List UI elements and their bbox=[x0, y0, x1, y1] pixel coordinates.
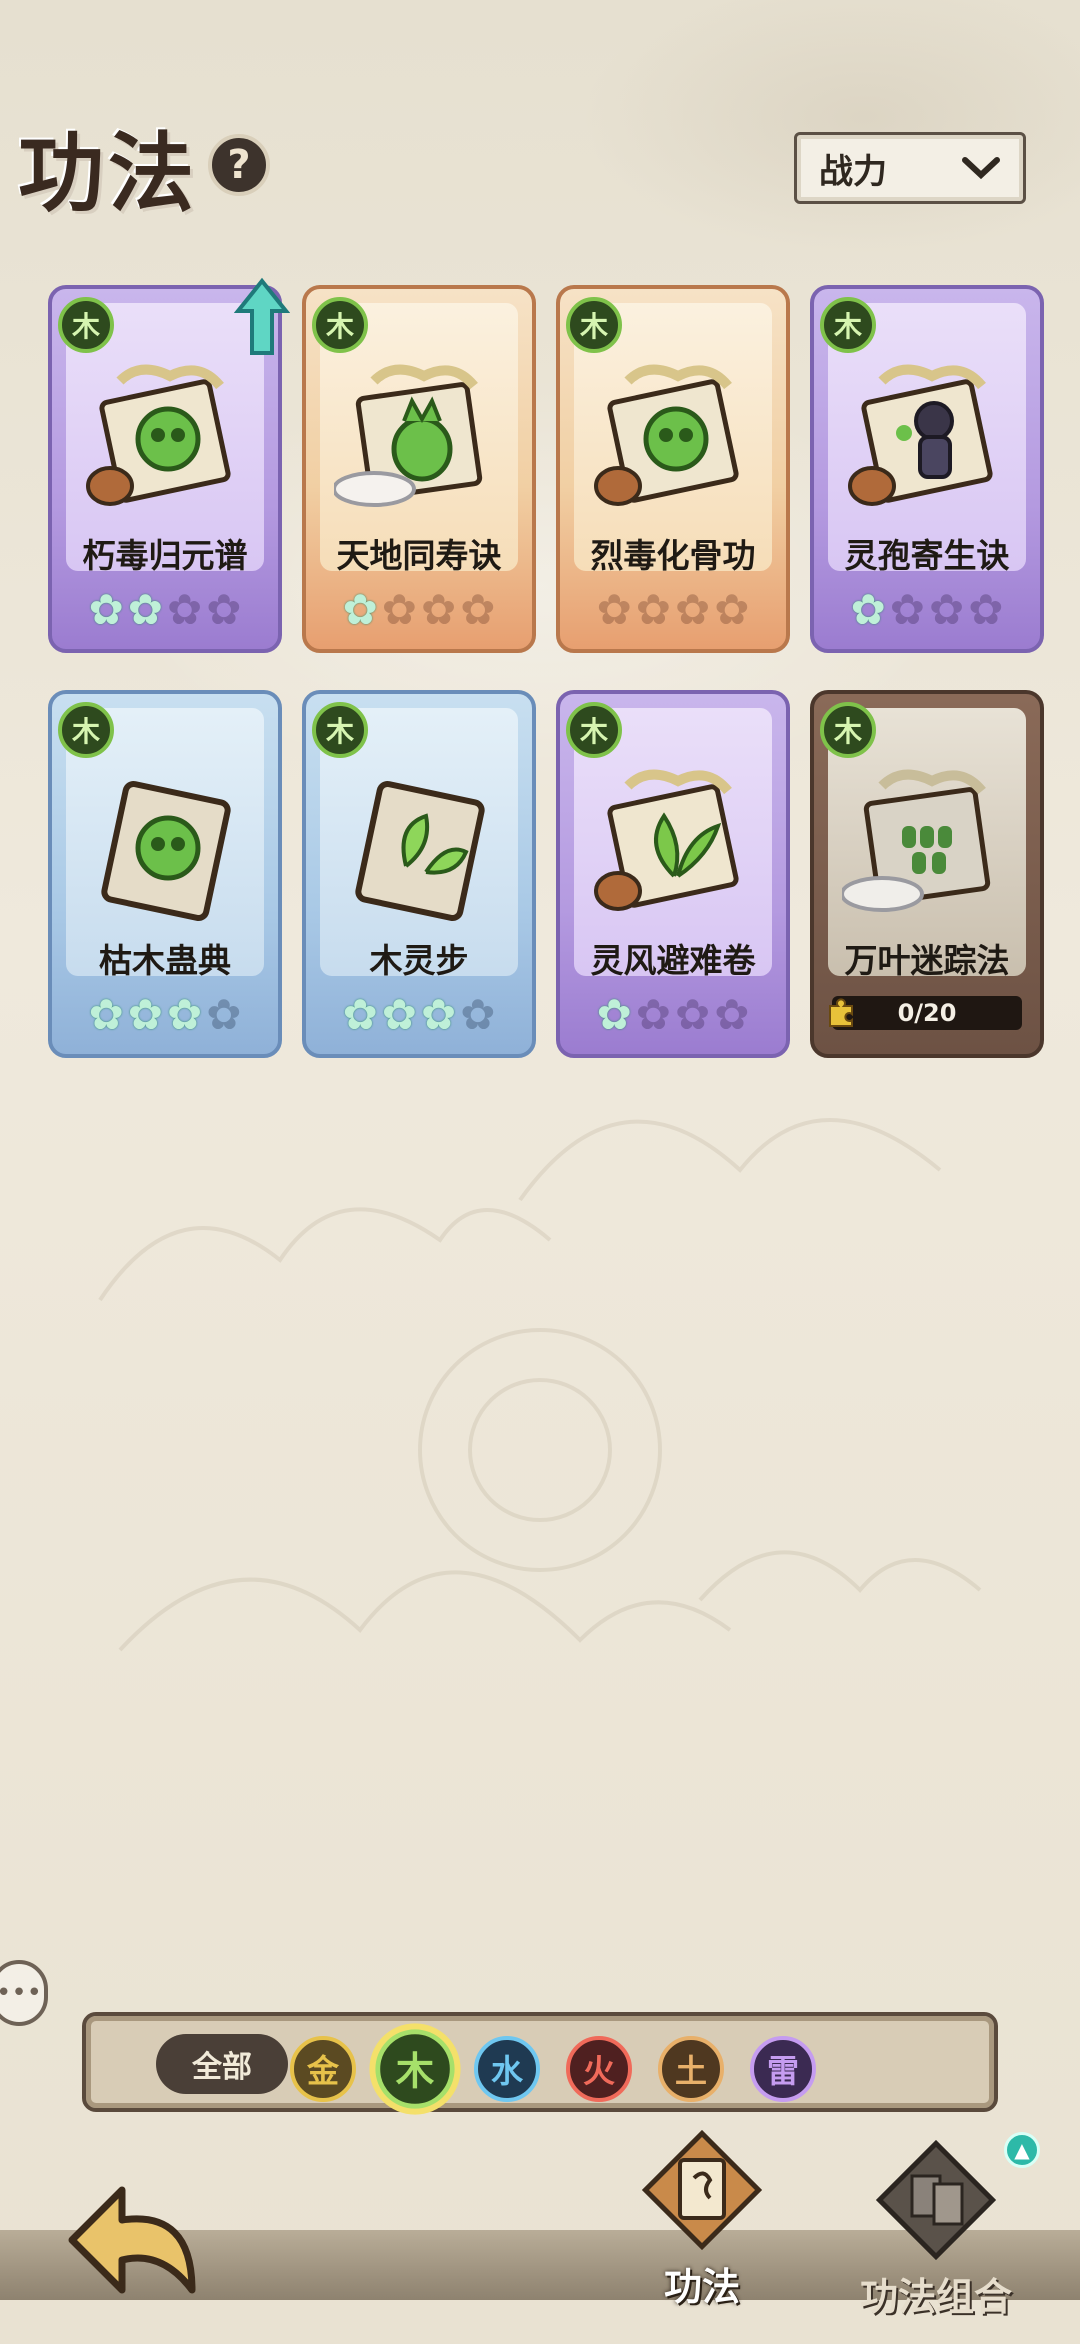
star-rating: ✿ ✿ ✿ ✿ bbox=[52, 589, 278, 631]
wood-element-badge: 木 bbox=[58, 297, 114, 353]
filter-element-3[interactable]: 火 bbox=[566, 2036, 632, 2102]
star-icon: ✿ bbox=[460, 585, 496, 634]
technique-art bbox=[842, 769, 991, 912]
fragment-progress: 0/20 bbox=[832, 996, 1022, 1030]
filter-element-5[interactable]: 雷 bbox=[750, 2036, 816, 2102]
tab-technique-combo[interactable]: 功法组合 bbox=[836, 2139, 1036, 2321]
technique-card[interactable]: 木天地同寿诀 ✿ ✿ ✿ ✿ bbox=[302, 285, 536, 653]
star-icon: ✿ bbox=[206, 990, 242, 1039]
star-icon: ✿ bbox=[167, 585, 203, 634]
scroll-book-icon bbox=[641, 2129, 763, 2251]
technique-name: 烈毒化骨功 bbox=[590, 536, 756, 575]
filter-element-2[interactable]: 水 bbox=[474, 2036, 540, 2102]
wood-element-badge: 木 bbox=[566, 297, 622, 353]
technique-card[interactable]: 木万叶迷踪法 0/20 bbox=[810, 690, 1044, 1058]
technique-name: 朽毒归元谱 bbox=[82, 536, 248, 575]
star-icon: ✿ bbox=[714, 585, 750, 634]
tab-technique-label: 功法 bbox=[663, 2265, 740, 2309]
star-icon: ✿ bbox=[675, 990, 711, 1039]
star-icon: ✿ bbox=[596, 990, 632, 1039]
page-header: 功法 ? bbox=[18, 110, 270, 224]
sort-dropdown[interactable]: 战力 bbox=[794, 132, 1026, 204]
puzzle-fragment-icon bbox=[829, 998, 853, 1027]
star-rating: ✿ ✿ ✿ ✿ bbox=[306, 589, 532, 631]
tab-technique-combo-label: 功法组合 bbox=[859, 2275, 1012, 2319]
star-icon: ✿ bbox=[675, 585, 711, 634]
upgrade-arrow-icon bbox=[234, 277, 290, 355]
star-icon: ✿ bbox=[381, 990, 417, 1039]
technique-name: 木灵步 bbox=[369, 941, 469, 980]
chevron-down-icon bbox=[962, 157, 1000, 180]
back-arrow-button[interactable] bbox=[52, 2170, 202, 2310]
star-icon: ✿ bbox=[88, 990, 124, 1039]
star-icon: ✿ bbox=[342, 990, 378, 1039]
technique-art bbox=[848, 364, 993, 506]
cloud-pattern-decoration bbox=[98, 1118, 982, 1652]
star-icon: ✿ bbox=[850, 585, 886, 634]
technique-art bbox=[101, 780, 231, 922]
star-icon: ✿ bbox=[206, 585, 242, 634]
technique-name: 天地同寿诀 bbox=[336, 536, 502, 575]
page-title: 功法 bbox=[18, 122, 198, 224]
star-icon: ✿ bbox=[88, 585, 124, 634]
filter-element-1[interactable]: 木 bbox=[375, 2029, 455, 2109]
question-mark-icon[interactable]: ? bbox=[208, 134, 270, 196]
technique-name: 灵孢寄生诀 bbox=[844, 536, 1010, 575]
star-icon: ✿ bbox=[714, 990, 750, 1039]
star-icon: ✿ bbox=[421, 990, 457, 1039]
star-icon: ✿ bbox=[421, 585, 457, 634]
upgrade-notification-icon: ▲ bbox=[1004, 2132, 1040, 2168]
technique-name: 万叶迷踪法 bbox=[844, 941, 1010, 980]
technique-name: 灵风避难卷 bbox=[590, 941, 756, 980]
star-rating: ✿ ✿ ✿ ✿ bbox=[306, 994, 532, 1036]
wood-element-badge: 木 bbox=[58, 702, 114, 758]
filter-element-0[interactable]: 金 bbox=[290, 2036, 356, 2102]
technique-card[interactable]: 木灵风避难卷 ✿ ✿ ✿ ✿ bbox=[556, 690, 790, 1058]
wood-element-badge: 木 bbox=[312, 297, 368, 353]
technique-art bbox=[86, 364, 231, 506]
filter-element-4[interactable]: 土 bbox=[658, 2036, 724, 2102]
star-icon: ✿ bbox=[127, 990, 163, 1039]
star-icon: ✿ bbox=[460, 990, 496, 1039]
star-icon: ✿ bbox=[968, 585, 1004, 634]
sort-selected-label: 战力 bbox=[819, 151, 887, 192]
element-filter-bar: 全部 金木水火土雷 bbox=[82, 2012, 998, 2112]
star-icon: ✿ bbox=[929, 585, 965, 634]
star-icon: ✿ bbox=[342, 585, 378, 634]
wood-element-badge: 木 bbox=[820, 702, 876, 758]
technique-name: 枯木蛊典 bbox=[99, 941, 231, 980]
star-icon: ✿ bbox=[596, 585, 632, 634]
star-icon: ✿ bbox=[167, 990, 203, 1039]
technique-card[interactable]: 木木灵步 ✿ ✿ ✿ ✿ bbox=[302, 690, 536, 1058]
wood-element-badge: 木 bbox=[566, 702, 622, 758]
star-rating: ✿ ✿ ✿ ✿ bbox=[814, 589, 1040, 631]
star-rating: ✿ ✿ ✿ ✿ bbox=[560, 994, 786, 1036]
star-icon: ✿ bbox=[381, 585, 417, 634]
wood-element-badge: 木 bbox=[820, 297, 876, 353]
technique-card[interactable]: 木灵孢寄生诀 ✿ ✿ ✿ ✿ bbox=[810, 285, 1044, 653]
star-rating: ✿ ✿ ✿ ✿ bbox=[560, 589, 786, 631]
star-icon: ✿ bbox=[635, 585, 671, 634]
tab-technique[interactable]: 功法 bbox=[612, 2129, 792, 2311]
technique-art bbox=[594, 769, 739, 911]
combo-scrolls-icon bbox=[875, 2139, 997, 2261]
technique-art bbox=[594, 364, 739, 506]
star-icon: ✿ bbox=[127, 585, 163, 634]
star-rating: ✿ ✿ ✿ ✿ bbox=[52, 994, 278, 1036]
star-icon: ✿ bbox=[635, 990, 671, 1039]
technique-card[interactable]: 木烈毒化骨功 ✿ ✿ ✿ ✿ bbox=[556, 285, 790, 653]
wood-element-badge: 木 bbox=[312, 702, 368, 758]
technique-card[interactable]: 木枯木蛊典 ✿ ✿ ✿ ✿ bbox=[48, 690, 282, 1058]
filter-all-button[interactable]: 全部 bbox=[156, 2034, 288, 2094]
technique-art bbox=[334, 364, 483, 507]
technique-art bbox=[355, 780, 485, 922]
chat-bubble-icon[interactable]: ••• bbox=[0, 1960, 48, 2026]
star-icon: ✿ bbox=[889, 585, 925, 634]
